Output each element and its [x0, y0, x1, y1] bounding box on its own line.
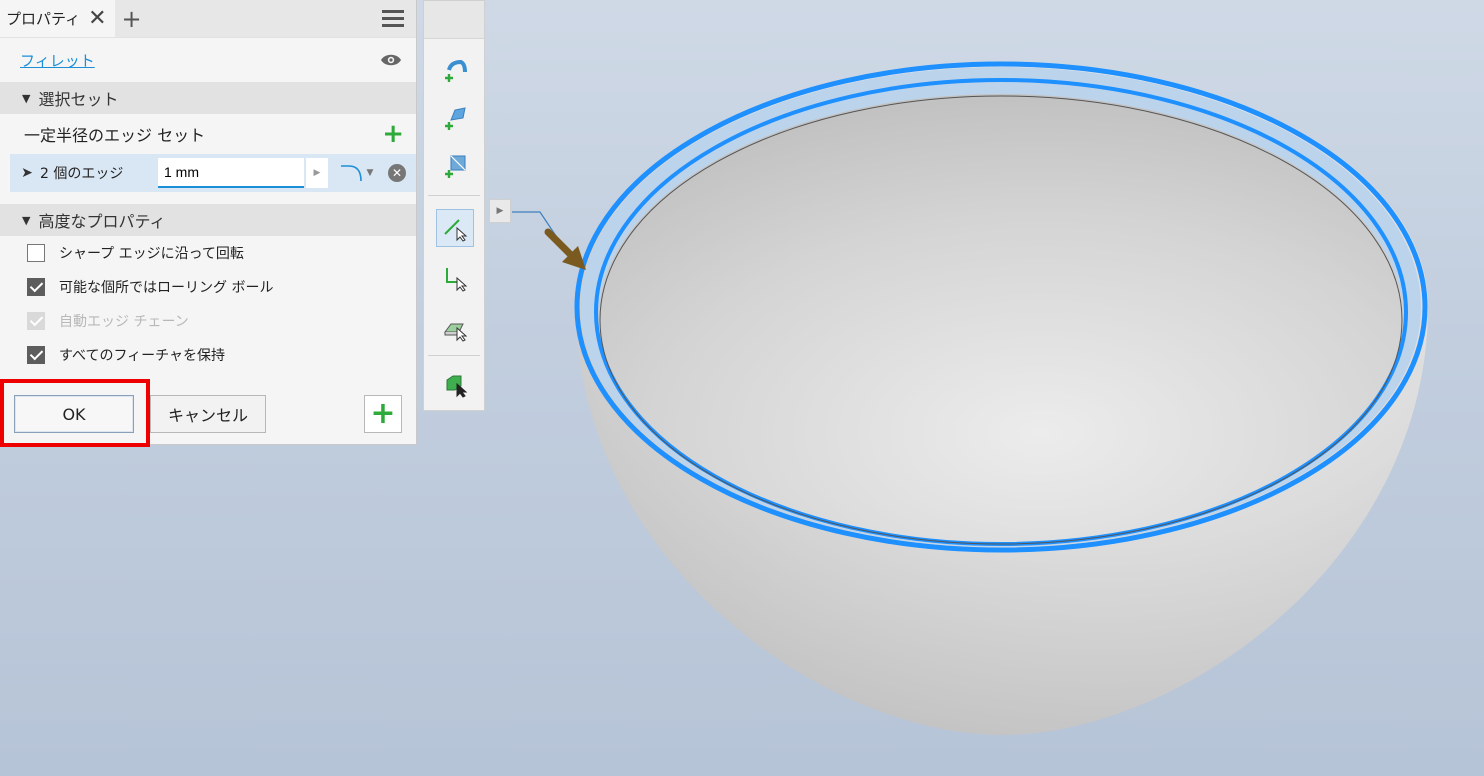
add-edge-set-icon[interactable]: +: [382, 121, 404, 147]
feature-row: フィレット: [0, 38, 416, 82]
cancel-button[interactable]: キャンセル: [150, 395, 266, 433]
separator: [428, 355, 480, 356]
plus-icon: +: [370, 396, 396, 431]
advanced-properties-header[interactable]: ▼ 高度なプロパティ: [0, 204, 416, 236]
close-icon[interactable]: ✕: [88, 7, 106, 30]
option-rotate-along-sharp-edges[interactable]: シャープ エッジに沿って回転: [0, 236, 416, 270]
expand-toolbar-arrow-icon[interactable]: ▶: [489, 199, 511, 223]
panel-tabbar: プロパティ ✕ +: [0, 0, 416, 38]
add-fillet-icon[interactable]: [436, 51, 474, 89]
checkbox[interactable]: [27, 346, 45, 364]
fillet-profile-icon: [340, 165, 362, 182]
option-label: シャープ エッジに沿って回転: [59, 246, 244, 262]
radius-options-arrow-icon[interactable]: ▶: [306, 158, 328, 188]
add-variable-fillet-icon[interactable]: [436, 99, 474, 137]
tabbar-spacer: [148, 0, 370, 37]
option-preserve-all-features[interactable]: すべてのフィーチャを保持: [0, 338, 416, 372]
option-label: すべてのフィーチャを保持: [59, 348, 226, 364]
menu-button[interactable]: [370, 0, 416, 37]
radius-input[interactable]: [158, 158, 304, 188]
solid-select-icon[interactable]: [436, 365, 474, 403]
radius-arrow-manipulator[interactable]: [544, 228, 586, 270]
selection-set-header[interactable]: ▼ 選択セット: [0, 82, 416, 114]
hamburger-icon: [382, 17, 404, 20]
tab-properties[interactable]: プロパティ ✕: [0, 0, 115, 37]
option-label: 可能な個所ではローリング ボール: [59, 280, 274, 296]
edge-set-row: 一定半径のエッジ セット +: [0, 114, 416, 154]
visibility-eye-icon[interactable]: [380, 53, 402, 67]
edge-selection-row[interactable]: ➤ 2 個のエッジ ▶ ▼ ✕: [10, 154, 416, 192]
selected-edges-count[interactable]: 2 個のエッジ: [40, 163, 158, 183]
edge-select-icon[interactable]: [436, 209, 474, 247]
add-setback-icon[interactable]: [436, 147, 474, 185]
section-title: 選択セット: [38, 90, 119, 109]
ok-button[interactable]: OK: [14, 395, 134, 433]
checkbox[interactable]: [27, 278, 45, 296]
loop-select-icon[interactable]: [436, 259, 474, 297]
feature-select-icon[interactable]: [436, 309, 474, 347]
select-cursor-icon[interactable]: ➤: [18, 165, 36, 181]
tab-title: プロパティ: [6, 10, 81, 28]
fillet-profile-dropdown[interactable]: ▼: [334, 158, 378, 188]
collapse-triangle-icon: ▼: [22, 213, 31, 227]
dialog-buttons: OK キャンセル +: [0, 379, 416, 447]
properties-panel: プロパティ ✕ + フィレット ▼ 選択セット 一定半径のエッジ セット + ➤…: [0, 0, 417, 447]
mini-toolbar-header: [424, 1, 484, 39]
checkbox: [27, 312, 45, 330]
collapse-triangle-icon: ▼: [22, 91, 31, 105]
dropdown-arrow-icon: ▼: [366, 168, 374, 178]
option-rolling-ball[interactable]: 可能な個所ではローリング ボール: [0, 270, 416, 304]
feature-name-link[interactable]: フィレット: [20, 50, 95, 71]
option-label: 自動エッジ チェーン: [59, 314, 189, 330]
apply-button[interactable]: +: [364, 395, 402, 433]
separator: [428, 195, 480, 196]
add-tab-button[interactable]: +: [114, 0, 149, 37]
remove-selection-icon[interactable]: ✕: [388, 164, 406, 182]
section-title: 高度なプロパティ: [38, 212, 166, 231]
mini-toolbar: [423, 0, 485, 411]
edge-set-label: 一定半径のエッジ セット: [24, 126, 206, 145]
option-auto-edge-chain: 自動エッジ チェーン: [0, 304, 416, 338]
checkbox[interactable]: [27, 244, 45, 262]
